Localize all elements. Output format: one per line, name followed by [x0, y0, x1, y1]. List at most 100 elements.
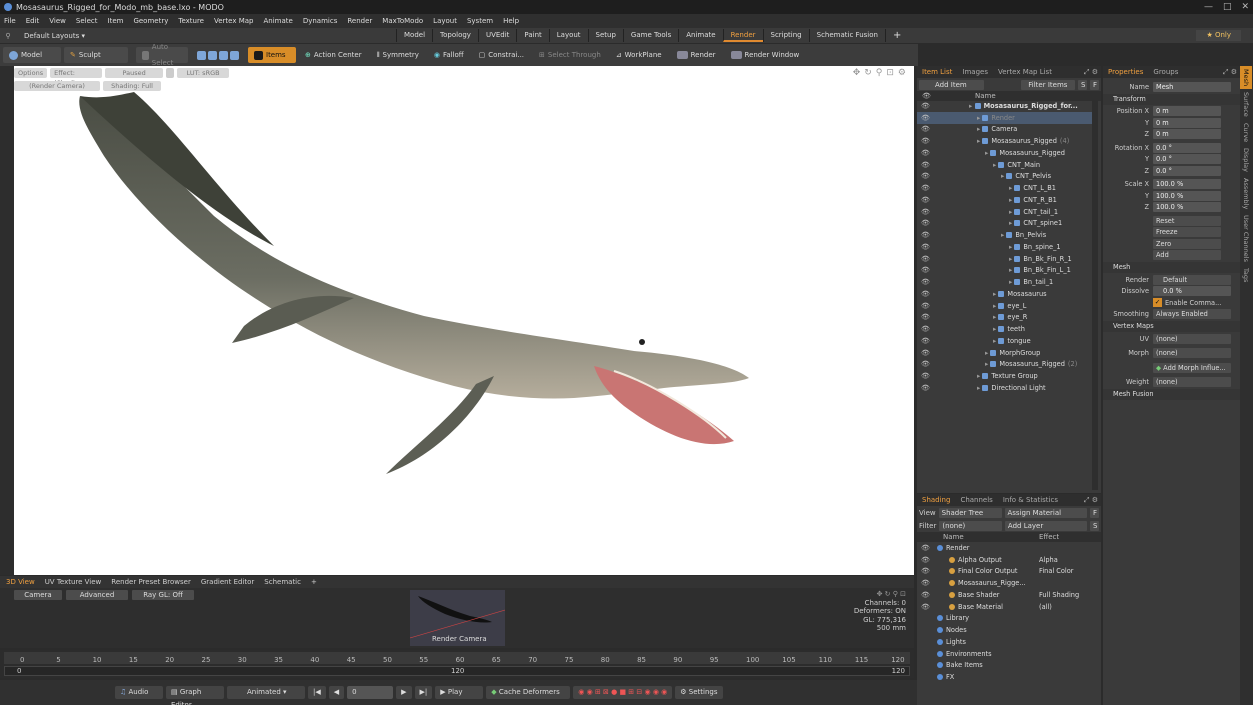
tab-properties[interactable]: Properties — [1103, 66, 1148, 78]
graph-editor-button[interactable]: ▤ Graph Editor — [166, 686, 224, 705]
select-through-button[interactable]: ⊞ Select Through — [533, 47, 607, 63]
visibility-eye-icon[interactable]: 👁 — [921, 137, 930, 145]
shader-layer-effect[interactable]: (all) — [1039, 603, 1052, 611]
item-tree-row[interactable]: 👁 ▸ Mosasaurus_Rigged_for... — [917, 100, 1092, 112]
side-tab-mesh[interactable]: Mesh — [1240, 66, 1252, 90]
visibility-eye-icon[interactable]: 👁 — [921, 255, 930, 263]
visibility-eye-icon[interactable]: 👁 — [921, 372, 930, 380]
item-tree-row[interactable]: 👁 ▸ Directional Light — [917, 382, 1092, 394]
position-field[interactable]: 0 m — [1153, 129, 1221, 140]
shading-name-col[interactable]: Name — [943, 533, 964, 541]
pin-icon[interactable]: ⚲ — [0, 32, 16, 40]
shading-options-icon[interactable]: ⤢ ⚙ — [1084, 496, 1101, 505]
visibility-eye-icon[interactable]: 👁 — [921, 149, 930, 157]
vertex-mode-icon[interactable] — [197, 50, 206, 60]
visibility-eye-icon[interactable]: 👁 — [921, 567, 930, 575]
tab-setup[interactable]: Setup — [587, 29, 623, 42]
model-button[interactable]: Model — [3, 47, 61, 63]
rotation-field[interactable]: 0.0 ° — [1153, 154, 1221, 165]
tab-uvedit[interactable]: UVEdit — [477, 29, 516, 42]
side-tab-user-channels[interactable]: User Channels — [1240, 212, 1252, 265]
enable-command-checkbox[interactable]: ✓ — [1153, 298, 1162, 308]
tab-game-tools[interactable]: Game Tools — [622, 29, 678, 42]
weight-dropdown[interactable]: (none) — [1153, 377, 1231, 388]
item-tree-row[interactable]: 👁 ▸ Camera — [917, 124, 1092, 136]
visibility-eye-icon[interactable]: 👁 — [921, 196, 930, 204]
tab-layout[interactable]: Layout — [548, 29, 588, 42]
default-layouts-dropdown[interactable]: Default Layouts ▾ — [16, 32, 396, 40]
item-tree-row[interactable]: 👁 ▸ Mosasaurus_Rigged (2) — [917, 359, 1092, 371]
rotation-field[interactable]: 0.0 ° — [1153, 142, 1221, 153]
item-tree-row[interactable]: 👁 ▸ CNT_tail_1 — [917, 206, 1092, 218]
tab-schematic[interactable]: Schematic — [264, 578, 301, 586]
visibility-eye-icon[interactable]: 👁 — [921, 172, 930, 180]
menu-render[interactable]: Render — [347, 17, 372, 25]
shader-layer-effect[interactable]: Final Color — [1039, 567, 1074, 575]
item-tree-row[interactable]: 👁 ▸ Bn_Bk_Fin_L_1 — [917, 265, 1092, 277]
menu-texture[interactable]: Texture — [178, 17, 204, 25]
material-mode-icon[interactable] — [230, 50, 239, 60]
side-tab-curve[interactable]: Curve — [1240, 120, 1252, 145]
item-tree-row[interactable]: 👁 ▸ Mosasaurus — [917, 288, 1092, 300]
shader-tree-row[interactable]: 👁 Alpha Output Alpha — [917, 554, 1101, 566]
item-list-scrollbar[interactable] — [1092, 100, 1098, 490]
position-field[interactable]: 0 m — [1153, 106, 1221, 117]
sculpt-button[interactable]: ✎ Sculpt — [64, 47, 128, 63]
tab-images[interactable]: Images — [957, 66, 993, 78]
morph-dropdown[interactable]: (none) — [1153, 348, 1231, 359]
prev-key-button[interactable]: ◀ — [328, 686, 345, 699]
item-tree-row[interactable]: 👁 ▸ Bn_Pelvis — [917, 229, 1092, 241]
workplane-button[interactable]: ⊿ WorkPlane — [610, 47, 668, 63]
tab-uv-texture-view[interactable]: UV Texture View — [45, 578, 102, 586]
name-col-header[interactable]: Name — [975, 92, 996, 100]
edge-mode-icon[interactable] — [208, 50, 217, 60]
visibility-eye-icon[interactable]: 👁 — [921, 290, 930, 298]
visibility-eye-icon[interactable]: 👁 — [921, 603, 930, 611]
scale-field[interactable]: 100.0 % — [1153, 190, 1221, 201]
smoothing-dropdown[interactable]: Always Enabled — [1153, 309, 1231, 320]
visibility-eye-icon[interactable]: 👁 — [921, 302, 930, 310]
panel-options-icon[interactable]: ⤢ ⚙ — [1084, 68, 1101, 77]
item-tree-row[interactable]: 👁 ▸ Render — [917, 111, 1092, 124]
key-icons[interactable]: ◉ ◉ ⊞ ⊠ ● ■ ⊞ ⊟ ◉ ◉ ◉ — [573, 686, 673, 699]
add-layer-dropdown[interactable]: Add Layer — [1004, 520, 1087, 531]
visibility-eye-icon[interactable]: 👁 — [921, 243, 930, 251]
render-window-button[interactable]: Render Window — [725, 47, 806, 63]
scale-field[interactable]: 100.0 % — [1153, 202, 1221, 213]
reset-dropdown[interactable]: Reset — [1153, 215, 1221, 226]
item-tree-row[interactable]: 👁 ▸ Bn_spine_1 — [917, 241, 1092, 253]
item-tree-row[interactable]: 👁 ▸ eye_L — [917, 300, 1092, 312]
timeline[interactable]: 0 5 10 15 20 25 30 35 40 45 50 55 60 65 70 75 80 85 90 95 10… — [0, 650, 914, 678]
menu-maxtomodo[interactable]: MaxToModo — [382, 17, 423, 25]
preview-camera-button[interactable]: Camera — [14, 590, 62, 600]
next-key-button[interactable]: ▶ — [396, 686, 412, 699]
uv-dropdown[interactable]: (none) — [1153, 333, 1231, 344]
position-field[interactable]: 0 m — [1153, 117, 1221, 128]
add-item-dropdown[interactable]: Add Item — [919, 79, 984, 90]
preview-raygl-button[interactable]: Ray GL: Off — [132, 590, 194, 600]
visibility-eye-icon[interactable]: 👁 — [921, 161, 930, 169]
menu-file[interactable]: File — [4, 17, 16, 25]
tab-paint[interactable]: Paint — [516, 29, 548, 42]
zero-dropdown[interactable]: Zero — [1153, 238, 1221, 249]
menu-vertex-map[interactable]: Vertex Map — [214, 17, 254, 25]
visibility-eye-icon[interactable]: 👁 — [921, 360, 930, 368]
constrain-button[interactable]: ▢ Constrai... — [473, 47, 530, 63]
preview-nav-icons[interactable]: ✥ ↻ ⚲ ⊡ — [854, 590, 906, 599]
visibility-eye-icon[interactable]: 👁 — [921, 266, 930, 274]
item-tree-row[interactable]: 👁 ▸ CNT_Main — [917, 159, 1092, 171]
tab-animate[interactable]: Animate — [678, 29, 722, 42]
shader-layer-effect[interactable]: Alpha — [1039, 556, 1058, 564]
props-options-icon[interactable]: ⤢ ⚙ — [1223, 68, 1240, 77]
visibility-eye-icon[interactable]: 👁 — [921, 313, 930, 321]
shader-tree-row[interactable]: 👁 Base Material (all) — [917, 601, 1101, 613]
camera-thumbnail[interactable]: Render Camera — [409, 590, 506, 646]
visibility-eye-icon[interactable]: 👁 — [921, 184, 930, 192]
shader-tree-row[interactable]: Bake Items — [917, 660, 1101, 672]
add-dropdown[interactable]: Add — [1153, 250, 1221, 261]
action-center-button[interactable]: ⊕ Action Center — [299, 47, 368, 63]
tab-channels[interactable]: Channels — [955, 494, 997, 506]
item-tree-row[interactable]: 👁 ▸ Texture Group — [917, 370, 1092, 382]
shader-layer-effect[interactable]: Full Shading — [1039, 591, 1079, 599]
menu-view[interactable]: View — [49, 17, 66, 25]
